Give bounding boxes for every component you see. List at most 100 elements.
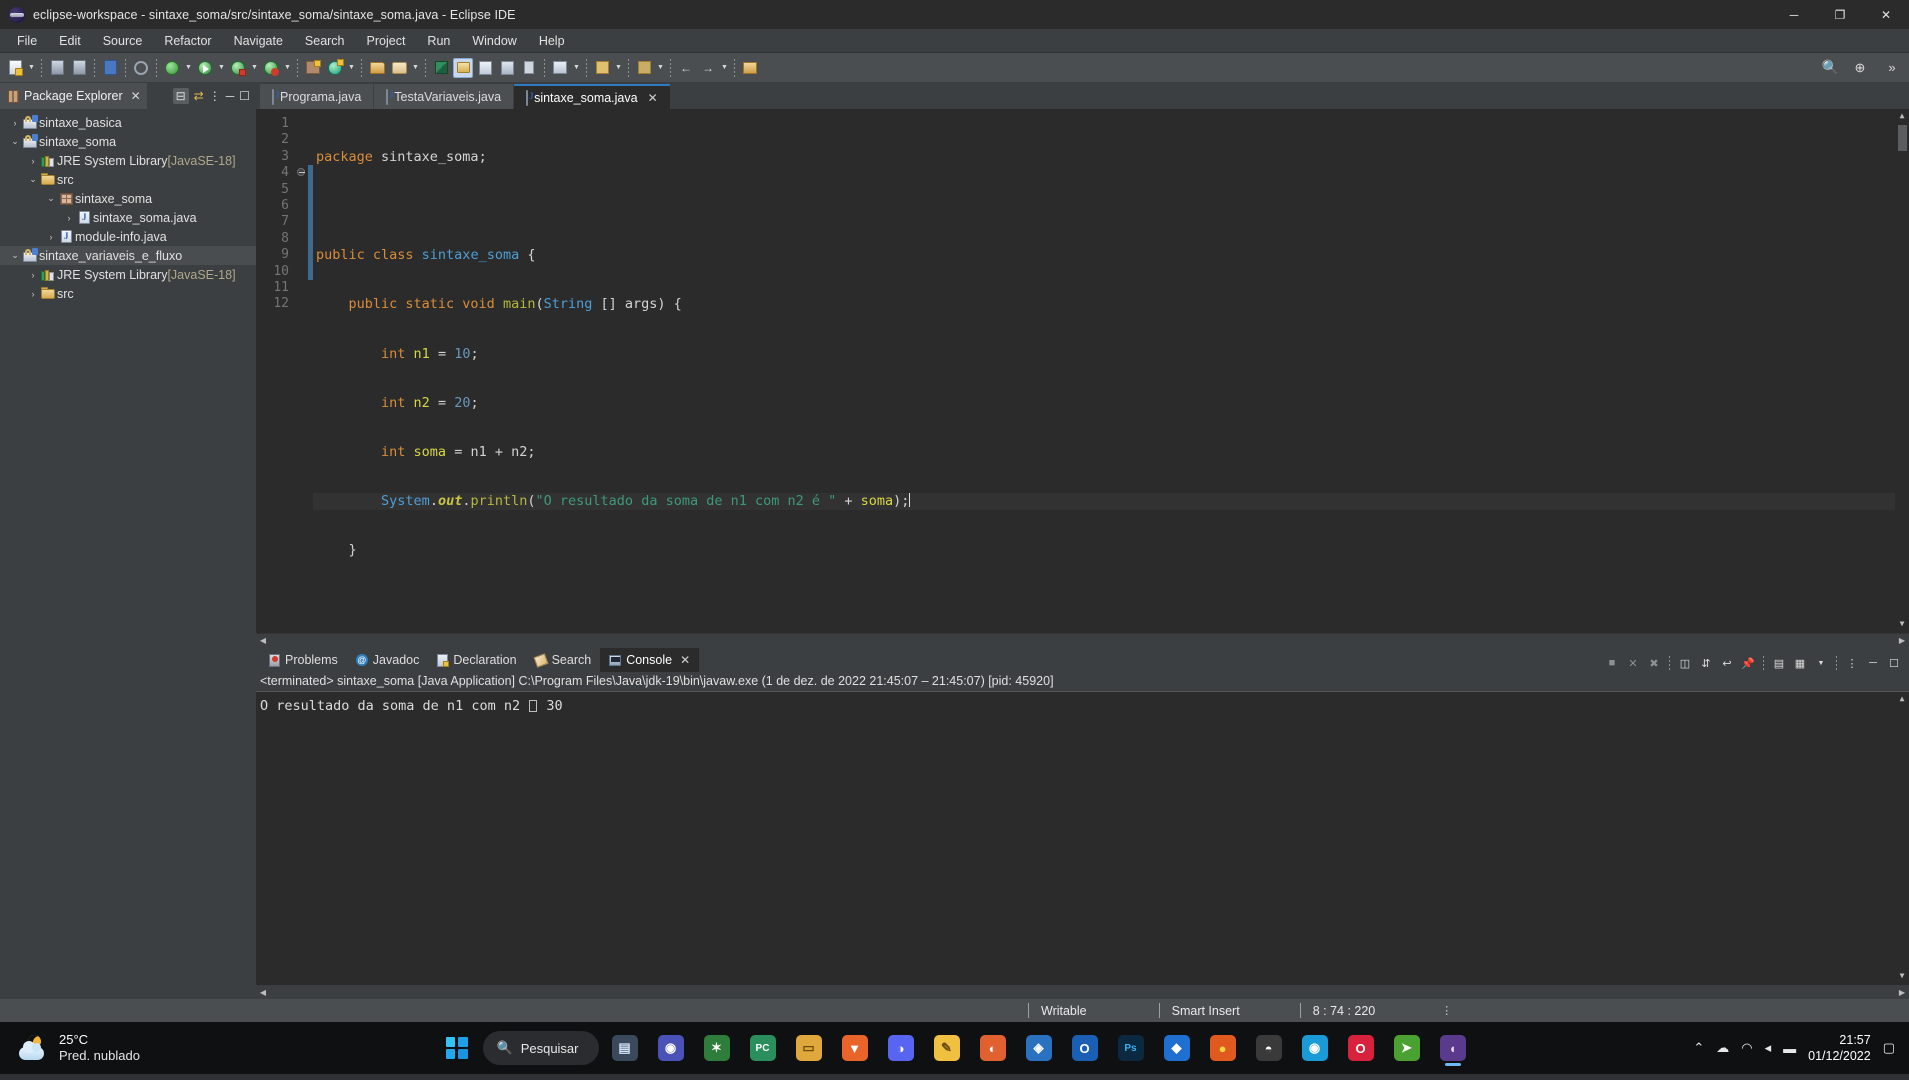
volume-icon[interactable]: ◂ — [1765, 1040, 1772, 1056]
console-output-area[interactable]: O resultado da soma de n1 com n2 30 ▲ ▼ — [256, 692, 1909, 985]
taskbar-app-outlook[interactable]: O — [1065, 1028, 1105, 1068]
toolbar-overflow-icon[interactable]: » — [1882, 58, 1902, 78]
run-dropdown-icon[interactable]: ▼ — [216, 58, 227, 78]
battery-icon[interactable]: ▬ — [1783, 1041, 1796, 1056]
forward-dropdown-icon[interactable]: ▼ — [655, 58, 666, 78]
view-menu-icon[interactable]: ⋮ — [209, 89, 221, 103]
search-icon[interactable]: 🔍 — [1822, 59, 1839, 76]
tree-item-sintaxe-soma[interactable]: ⌄ sintaxe_soma — [0, 132, 256, 151]
chevron-down-icon[interactable]: ⌄ — [8, 136, 22, 147]
chevron-right-icon[interactable]: › — [62, 213, 76, 223]
last-edit-location-icon[interactable] — [519, 58, 539, 78]
menu-refactor[interactable]: Refactor — [153, 30, 222, 52]
tab-problems[interactable]: Problems — [260, 648, 347, 672]
scroll-down-icon[interactable]: ▼ — [1900, 971, 1905, 983]
chevron-right-icon[interactable]: › — [26, 270, 40, 280]
taskbar-app-notes[interactable]: ✎ — [927, 1028, 967, 1068]
taskbar-clock[interactable]: 21:57 01/12/2022 — [1808, 1032, 1871, 1064]
tree-item-jre-system-library[interactable]: › JRE System Library [JavaSE-18] — [0, 151, 256, 170]
weather-widget[interactable]: 25°C Pred. nublado — [0, 1032, 140, 1064]
tab-declaration[interactable]: Declaration — [428, 648, 525, 672]
back-dropdown-icon[interactable]: ▼ — [613, 58, 624, 78]
scroll-up-icon[interactable]: ▲ — [1900, 694, 1905, 706]
tab-console[interactable]: Console ✕ — [600, 648, 700, 672]
previous-icon[interactable]: ← — [676, 58, 696, 78]
new-java-project-dropdown-icon[interactable]: ▼ — [183, 58, 194, 78]
scrollbar-thumb[interactable] — [1897, 125, 1907, 151]
taskbar-app-eclipse-ide[interactable]: ◖ — [1433, 1028, 1473, 1068]
tab-javadoc[interactable]: @ Javadoc — [347, 648, 429, 672]
menu-edit[interactable]: Edit — [48, 30, 92, 52]
menu-help[interactable]: Help — [528, 30, 576, 52]
scroll-lock-icon[interactable]: ⇵ — [1697, 654, 1715, 672]
taskbar-app-vs-code[interactable]: ◈ — [1019, 1028, 1059, 1068]
maximize-icon[interactable]: ☐ — [1885, 654, 1903, 672]
taskbar-app-utorrent[interactable]: ➤ — [1387, 1028, 1427, 1068]
tree-item-src[interactable]: ⌄ src — [0, 170, 256, 189]
menu-file[interactable]: File — [6, 30, 48, 52]
coverage-dropdown-icon[interactable]: ▼ — [282, 58, 293, 78]
taskbar-app-task-view[interactable]: ▤ — [605, 1028, 645, 1068]
tree-item-sintaxe-variaveis-e-fluxo[interactable]: ⌄ sintaxe_variaveis_e_fluxo — [0, 246, 256, 265]
save-all-icon[interactable] — [69, 58, 89, 78]
clear-console-icon[interactable]: ◫ — [1676, 654, 1694, 672]
new-wizard-icon[interactable] — [5, 58, 25, 78]
editor-horizontal-scrollbar[interactable]: ◀ ▶ — [256, 633, 1909, 647]
next-annotation-icon[interactable] — [475, 58, 495, 78]
taskbar-app-dropbox[interactable]: ◆ — [1157, 1028, 1197, 1068]
close-icon[interactable]: ✕ — [131, 89, 141, 103]
new-package-icon[interactable] — [303, 58, 323, 78]
coverage-icon[interactable] — [261, 58, 281, 78]
minimize-icon[interactable]: ─ — [226, 89, 235, 103]
taskbar-app-pandas[interactable]: ◓ — [1249, 1028, 1289, 1068]
tree-item-module-info-java[interactable]: › module-info.java — [0, 227, 256, 246]
chevron-down-icon[interactable]: ⌄ — [44, 193, 58, 204]
forward-navigation-icon[interactable] — [634, 58, 654, 78]
next-icon[interactable]: → — [698, 58, 718, 78]
taskbar-app-discord[interactable]: ◑ — [881, 1028, 921, 1068]
new-class-icon[interactable] — [325, 58, 345, 78]
scroll-down-icon[interactable]: ▼ — [1900, 619, 1905, 631]
chevron-right-icon[interactable]: › — [26, 156, 40, 166]
tab-search[interactable]: Search — [526, 648, 601, 672]
open-console-dropdown-icon[interactable]: ▼ — [1812, 654, 1830, 672]
maximize-button[interactable]: ❐ — [1817, 0, 1863, 29]
previous-annotation-icon[interactable] — [497, 58, 517, 78]
scroll-up-icon[interactable]: ▲ — [1900, 111, 1905, 123]
maximize-icon[interactable]: ☐ — [239, 89, 250, 103]
package-explorer-tree[interactable]: › sintaxe_basica ⌄ sintaxe_soma › JRE Sy… — [0, 109, 256, 999]
no-edit-icon[interactable] — [131, 58, 151, 78]
search-type-dropdown-icon[interactable]: ▼ — [410, 58, 421, 78]
taskbar-app-file-explorer[interactable]: ▭ — [789, 1028, 829, 1068]
view-menu-icon[interactable]: ⋮ — [1843, 654, 1861, 672]
collapse-all-icon[interactable]: ⊟ — [172, 88, 189, 104]
remove-all-terminated-icon[interactable]: ✖ — [1645, 654, 1663, 672]
scrollbar-track[interactable] — [270, 636, 1895, 645]
scroll-right-icon[interactable]: ▶ — [1895, 988, 1909, 997]
open-console-icon[interactable]: ▦ — [1791, 654, 1809, 672]
package-explorer-tab[interactable]: Package Explorer ✕ — [0, 83, 147, 109]
taskbar-search-box[interactable]: 🔍 Pesquisar — [482, 1031, 599, 1065]
terminate-icon[interactable]: ■ — [1603, 654, 1621, 672]
tree-item-sintaxe-soma-java[interactable]: › sintaxe_soma.java — [0, 208, 256, 227]
menu-run[interactable]: Run — [416, 30, 461, 52]
menu-source[interactable]: Source — [92, 30, 154, 52]
taskbar-app-microsoft-edge[interactable]: ◉ — [1295, 1028, 1335, 1068]
pin-console-icon[interactable]: 📌 — [1739, 654, 1757, 672]
menu-window[interactable]: Window — [461, 30, 527, 52]
taskbar-app-opera[interactable]: O — [1341, 1028, 1381, 1068]
menu-navigate[interactable]: Navigate — [223, 30, 294, 52]
tree-item-src-2[interactable]: › src — [0, 284, 256, 303]
perspective-switcher-icon[interactable]: ⊕ — [1850, 58, 1870, 78]
display-selected-console-icon[interactable]: ▤ — [1770, 654, 1788, 672]
external-tools-icon[interactable] — [740, 58, 760, 78]
close-icon[interactable]: ✕ — [680, 653, 690, 667]
taskbar-app-pycharm[interactable]: PC — [743, 1028, 783, 1068]
status-overflow-icon[interactable]: ⋮ — [1441, 1004, 1453, 1017]
toggle-mark-occurrences-icon[interactable] — [453, 57, 473, 78]
debug-icon[interactable] — [228, 58, 248, 78]
next-edit-dropdown-icon[interactable]: ▼ — [571, 58, 582, 78]
search-type-icon[interactable] — [389, 58, 409, 78]
scroll-left-icon[interactable]: ◀ — [256, 988, 270, 997]
next-edit-icon[interactable] — [550, 58, 570, 78]
